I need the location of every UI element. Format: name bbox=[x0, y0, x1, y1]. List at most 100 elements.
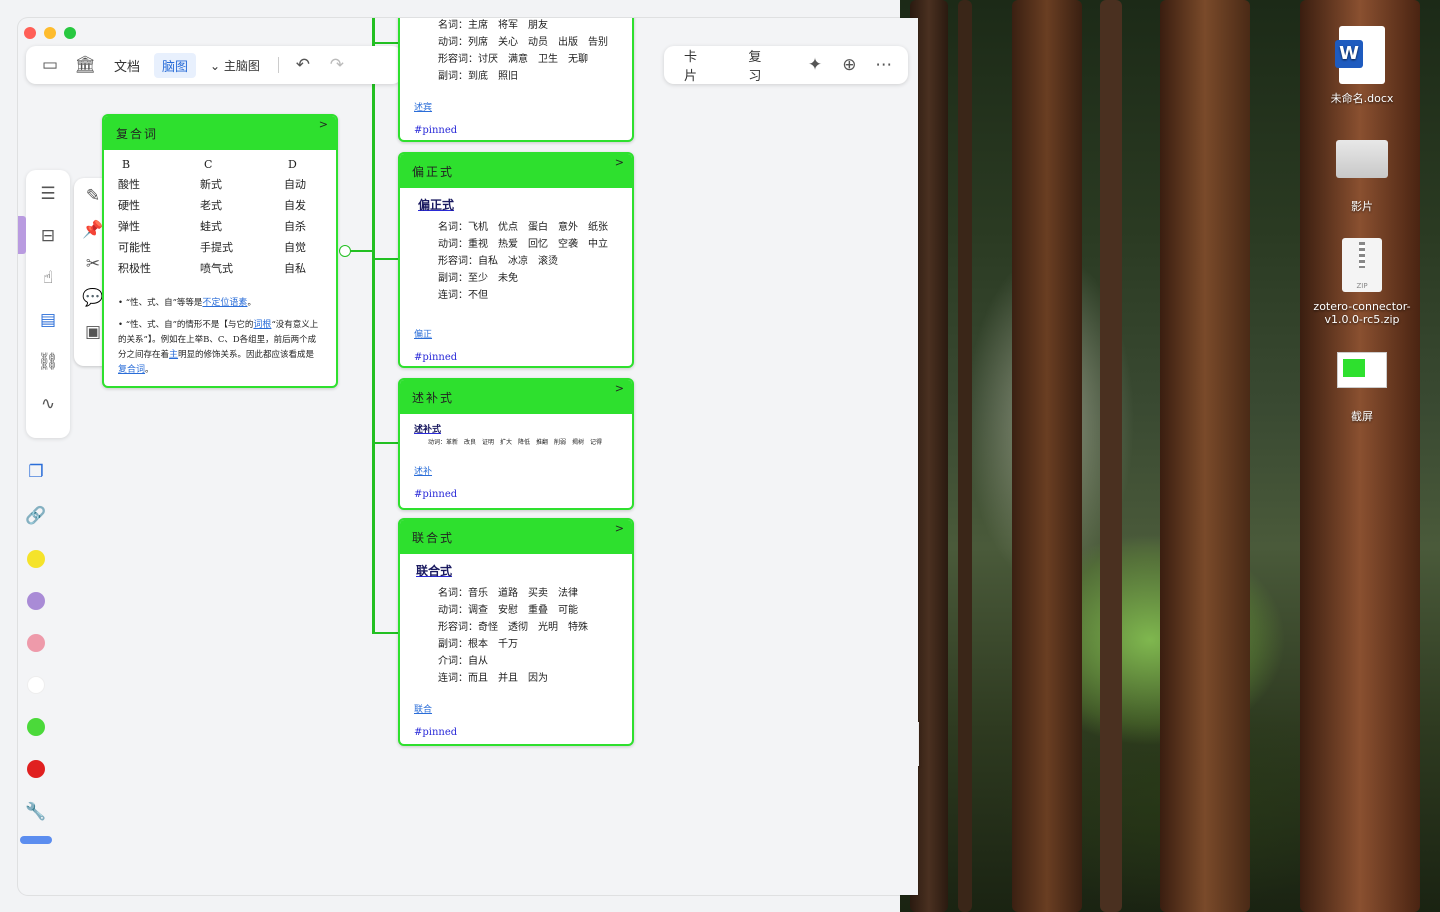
desktop-label-movies: 影片 bbox=[1351, 200, 1373, 213]
screenshot-thumbnail-icon bbox=[1337, 352, 1387, 388]
table-cell: 自发 bbox=[284, 199, 306, 212]
table-cell: 手提式 bbox=[200, 241, 233, 254]
note-link[interactable]: 主 bbox=[169, 350, 178, 360]
web-help-icon[interactable]: ⊕ bbox=[837, 55, 861, 75]
edit-icon[interactable]: ✎ bbox=[86, 186, 100, 206]
table-cell: 自私 bbox=[284, 262, 306, 275]
pinned-tag[interactable]: #pinned bbox=[414, 352, 618, 363]
note-1: • “性、式、自”等等是不定位语素。 bbox=[118, 298, 256, 308]
color-yellow[interactable] bbox=[27, 550, 45, 568]
color-white[interactable] bbox=[27, 676, 45, 694]
collapse-branch-button[interactable] bbox=[339, 245, 351, 257]
sidebar-icon[interactable]: ▭ bbox=[36, 55, 64, 75]
source-link[interactable]: 述补 bbox=[414, 464, 618, 477]
word-line: 名词：音乐 道路 买卖 法律 bbox=[438, 588, 578, 599]
table-cell: 积极性 bbox=[118, 262, 151, 275]
color-red[interactable] bbox=[27, 760, 45, 778]
comment-icon[interactable]: 💬 bbox=[82, 288, 103, 308]
table-cell: 可能性 bbox=[118, 241, 151, 254]
connector-trunk bbox=[372, 18, 375, 634]
link-icon[interactable]: ⛓ bbox=[37, 352, 59, 372]
desktop-icon-zip[interactable]: ZIP zotero-connector- v1.0.0-rc5.zip bbox=[1307, 238, 1417, 326]
note-text: “性、式、自”的情形不是【与它的 bbox=[125, 320, 254, 330]
node-title: 偏正式 bbox=[412, 164, 455, 179]
color-green[interactable] bbox=[27, 718, 45, 736]
node-title: 述补式 bbox=[412, 390, 455, 405]
freehand-icon[interactable]: ∿ bbox=[41, 394, 55, 414]
table-cell: 自觉 bbox=[284, 241, 306, 254]
node-lianhe[interactable]: 联合式 > 联合式 名词：音乐 道路 买卖 法律 动词：调查 安慰 重叠 可能 形… bbox=[398, 518, 634, 746]
undo-icon[interactable]: ↶ bbox=[289, 55, 317, 75]
note-link[interactable]: 复合词 bbox=[118, 365, 145, 375]
connector-sb bbox=[372, 442, 398, 444]
node-compound-word[interactable]: 复合词 > B C D 酸性 新式 自动 硬性 老式 自发 弹性 蛙式 自杀 可能… bbox=[102, 114, 338, 388]
pinned-tag[interactable]: #pinned bbox=[414, 489, 618, 500]
note-link[interactable]: 不定位语素 bbox=[202, 298, 247, 308]
library-icon[interactable]: 🏛 bbox=[70, 55, 100, 75]
node-subtitle: 述补式 bbox=[414, 425, 442, 435]
source-link[interactable]: 述宾 bbox=[414, 100, 618, 113]
wrench-icon[interactable]: 🔧 bbox=[25, 802, 46, 822]
card-button[interactable]: 卡片 bbox=[676, 43, 716, 87]
theme-dropdown[interactable]: ⌄ 主脑图 bbox=[202, 54, 268, 77]
desktop: W 未命名.docx 影片 ZIP zotero-connector- v1.0… bbox=[0, 0, 1440, 912]
scissors-icon[interactable]: ✂ bbox=[86, 254, 100, 274]
export-icon[interactable]: ▣ bbox=[85, 322, 101, 342]
pages-icon[interactable]: ▤ bbox=[40, 310, 56, 330]
hand-icon[interactable]: ☝ bbox=[43, 268, 53, 288]
desktop-label-zip-2: v1.0.0-rc5.zip bbox=[1324, 313, 1400, 326]
tab-mindmap[interactable]: 脑图 bbox=[154, 52, 197, 78]
chevron-right-icon[interactable]: > bbox=[615, 522, 626, 535]
desktop-icon-screenshot[interactable]: 截屏 bbox=[1307, 352, 1417, 424]
side-tab[interactable] bbox=[18, 216, 26, 254]
word-line: 形容词：讨厌 满意 卫生 无聊 bbox=[438, 54, 588, 65]
note-link[interactable]: 词根 bbox=[253, 320, 271, 330]
minimize-window-button[interactable] bbox=[44, 27, 56, 39]
col-header-b: B bbox=[122, 158, 131, 171]
chevron-right-icon[interactable]: > bbox=[615, 382, 626, 395]
pin-icon[interactable]: 📌 bbox=[82, 220, 103, 240]
annotation-toolstrip: ❐ 🔗 🔧 bbox=[18, 450, 54, 850]
table-cell: 弹性 bbox=[118, 220, 140, 233]
list-icon[interactable]: ☰ bbox=[40, 184, 55, 204]
node-subtitle: 联合式 bbox=[416, 564, 453, 578]
tab-document[interactable]: 文档 bbox=[106, 53, 148, 78]
desktop-icon-movies[interactable]: 影片 bbox=[1307, 140, 1417, 214]
pinned-tag[interactable]: #pinned bbox=[414, 727, 618, 738]
word-line: 名词：飞机 优点 蛋白 意外 纸张 bbox=[438, 222, 608, 233]
node-shubin[interactable]: 名词：主席 将军 朋友 动词：列席 关心 动员 出版 告别 形容词：讨厌 满意 … bbox=[398, 18, 634, 142]
source-link[interactable]: 联合 bbox=[414, 702, 618, 715]
node-shubu[interactable]: 述补式 > 述补式 动词：革新 改良 证明 扩大 降低 推翻 削弱 揭树 记得 述… bbox=[398, 378, 634, 510]
color-purple[interactable] bbox=[27, 592, 45, 610]
more-icon[interactable]: ⋯ bbox=[872, 55, 896, 75]
review-button[interactable]: 复习 bbox=[740, 43, 780, 87]
node-pianzheng[interactable]: 偏正式 > 偏正式 名词：飞机 优点 蛋白 意外 纸张 动词：重视 热爱 回忆 空… bbox=[398, 152, 634, 368]
word-line: 副词：到底 照旧 bbox=[438, 71, 518, 82]
link-chain-icon[interactable]: 🔗 bbox=[25, 506, 46, 526]
word-line: 动词：重视 热爱 回忆 空袭 中立 bbox=[438, 239, 608, 250]
word-line: 副词：根本 千万 bbox=[438, 639, 518, 650]
layout-icon[interactable]: ⊟ bbox=[41, 226, 55, 246]
desktop-icon-docx[interactable]: W 未命名.docx bbox=[1307, 26, 1417, 106]
table-cell: 自动 bbox=[284, 178, 306, 191]
scroll-indicator[interactable] bbox=[20, 836, 52, 844]
color-pink[interactable] bbox=[27, 634, 45, 652]
compound-table: B C D 酸性 新式 自动 硬性 老式 自发 弹性 蛙式 自杀 可能性 手提式… bbox=[118, 158, 322, 276]
redo-icon[interactable]: ↷ bbox=[323, 55, 351, 75]
note-2: • “性、式、自”的情形不是【与它的词根“没有意义上的关系”】。例如在上举B、C… bbox=[118, 320, 319, 375]
close-window-button[interactable] bbox=[24, 27, 36, 39]
desktop-label-docx: 未命名.docx bbox=[1330, 92, 1394, 105]
zip-file-icon: ZIP bbox=[1342, 238, 1382, 292]
pinned-tag[interactable]: #pinned bbox=[414, 125, 618, 136]
word-line: 介词：自从 bbox=[438, 656, 488, 667]
node-title: 复合词 bbox=[116, 126, 159, 141]
ai-sparkle-icon[interactable]: ✦ bbox=[803, 55, 827, 75]
zoom-window-button[interactable] bbox=[64, 27, 76, 39]
word-line: 连词：而且 并且 因为 bbox=[438, 673, 548, 684]
source-link[interactable]: 偏正 bbox=[414, 327, 618, 340]
copy-icon[interactable]: ❐ bbox=[28, 462, 43, 482]
node-title: 联合式 bbox=[412, 530, 455, 545]
table-cell: 老式 bbox=[200, 199, 222, 212]
chevron-right-icon[interactable]: > bbox=[319, 118, 330, 131]
chevron-right-icon[interactable]: > bbox=[615, 156, 626, 169]
